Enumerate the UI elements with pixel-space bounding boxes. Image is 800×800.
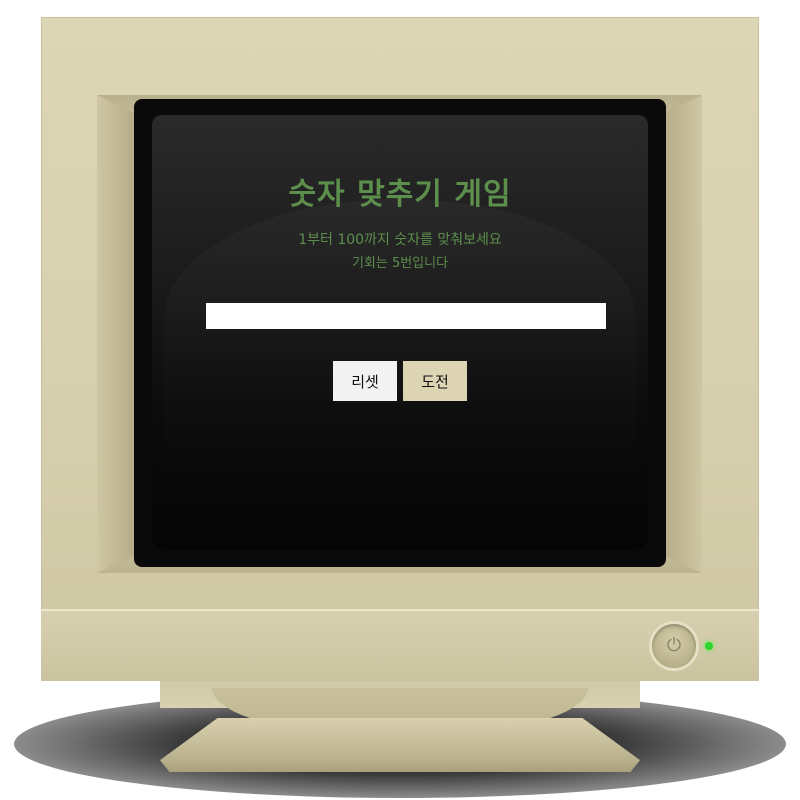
- power-led-indicator: [705, 642, 713, 650]
- challenge-button[interactable]: 도전: [403, 361, 467, 401]
- power-button[interactable]: [652, 624, 696, 668]
- screen-bezel-left: [97, 95, 137, 573]
- retro-monitor-scene: 숫자 맞추기 게임 1부터 100까지 숫자를 맞춰보세요 기회는 5번입니다 …: [0, 0, 800, 800]
- game-instructions: 1부터 100까지 숫자를 맞춰보세요: [298, 232, 502, 248]
- reset-button[interactable]: 리셋: [333, 361, 397, 401]
- crt-screen: 숫자 맞추기 게임 1부터 100까지 숫자를 맞춰보세요 기회는 5번입니다 …: [134, 99, 666, 567]
- guess-input[interactable]: [206, 303, 606, 329]
- screen-bezel-right: [662, 95, 702, 573]
- chances-text: 기회는 5번입니다: [351, 256, 449, 271]
- game-title: 숫자 맞추기 게임: [288, 177, 512, 212]
- monitor-stand-base: [160, 718, 640, 772]
- power-icon: [666, 636, 682, 656]
